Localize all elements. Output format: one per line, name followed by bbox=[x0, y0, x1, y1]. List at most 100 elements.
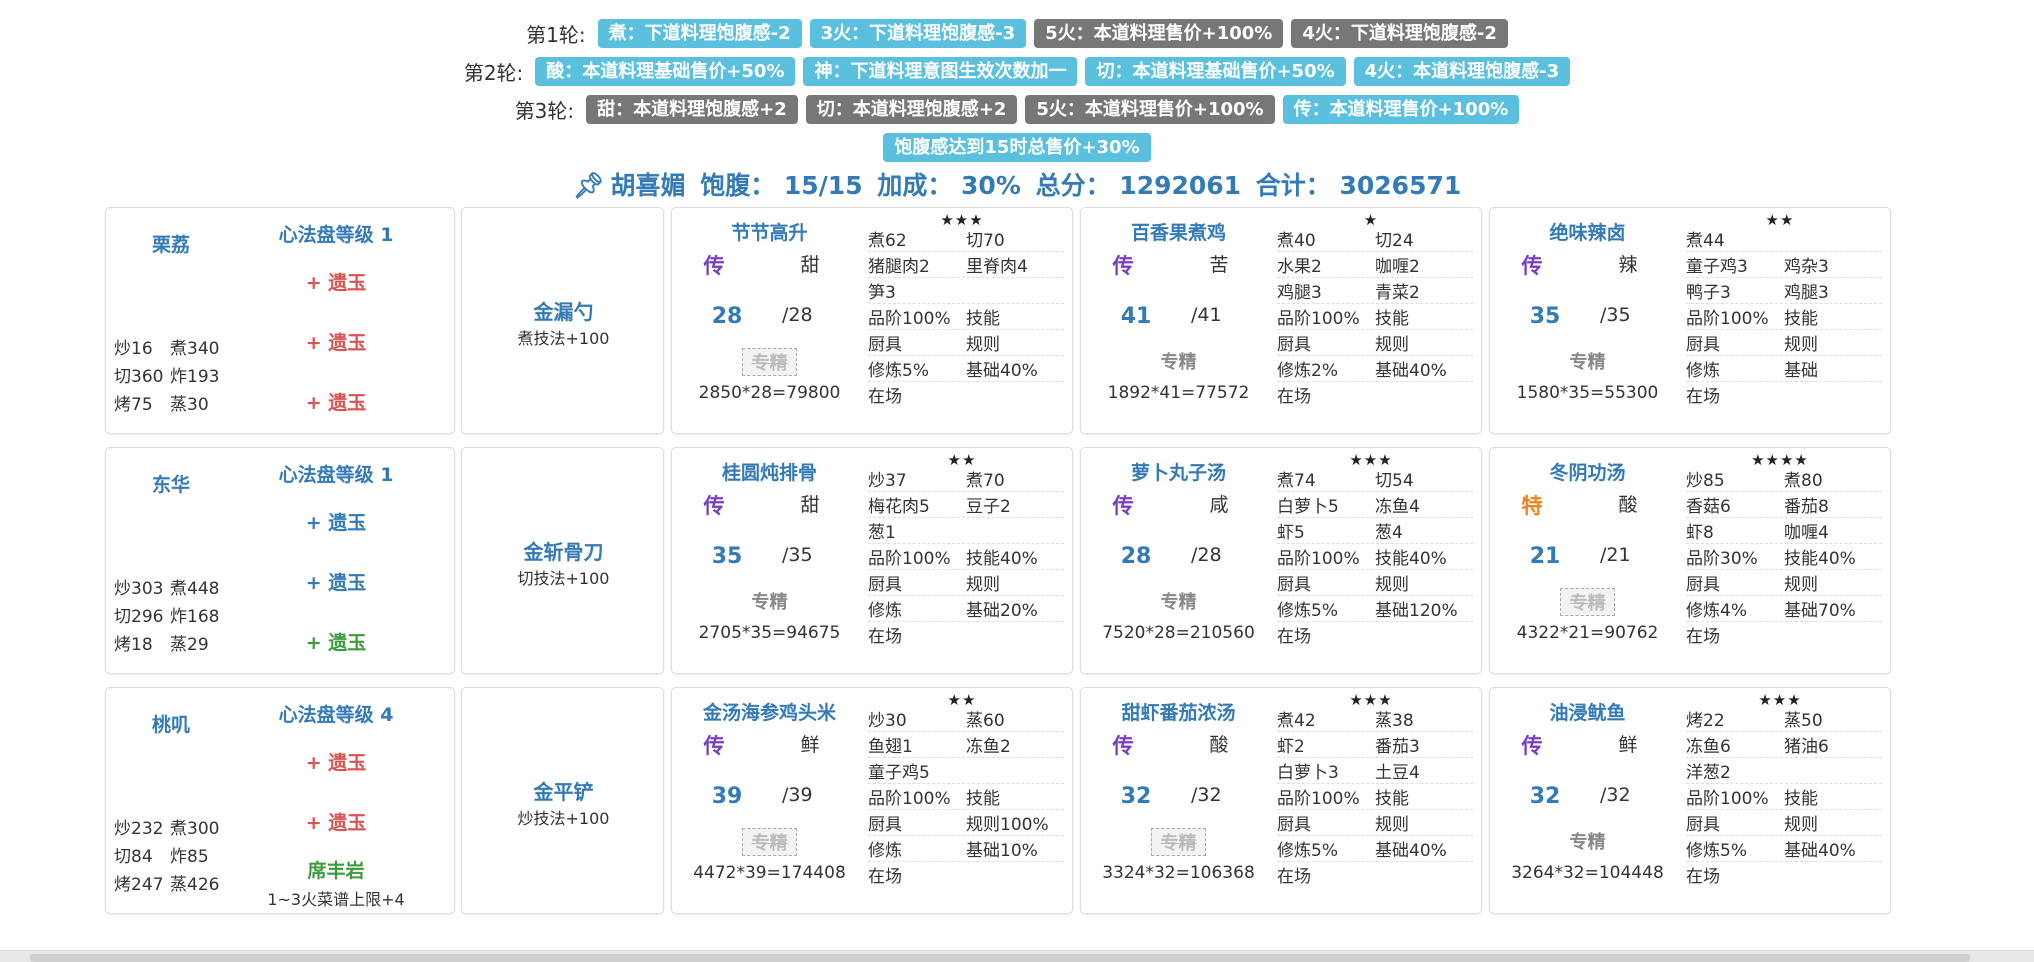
recipe-card[interactable]: 桂圆炖排骨 ★★ 传甜 35/35 专精 2705*35=94675 炒37 煮70 梅花肉5 豆… bbox=[671, 447, 1073, 674]
recipe-detail: 在场 bbox=[1686, 627, 1720, 647]
pin-icon[interactable]: 📌︎ bbox=[573, 171, 605, 200]
recipe-detail: 规则 bbox=[966, 335, 1000, 355]
recipe-detail: 蒸38 bbox=[1375, 711, 1414, 731]
chef-skill: 切360 bbox=[114, 367, 164, 387]
chef-card[interactable]: 桃叽 心法盘等级 4 + 遗玉 + 遗玉 炒232 煮300 切84 炸85 烤247 蒸426 席… bbox=[105, 687, 455, 914]
chef-skill: 炒16 bbox=[114, 339, 153, 359]
recipe-name[interactable]: 桂圆炖排骨 bbox=[672, 458, 867, 485]
jade-slot[interactable]: + 遗玉 bbox=[261, 568, 411, 595]
recipe-detail: 技能40% bbox=[966, 549, 1038, 569]
jade-slot[interactable]: + 遗玉 bbox=[261, 328, 411, 355]
recipe-detail: 厨具 bbox=[1686, 815, 1720, 835]
jade-slot[interactable]: + 遗玉 bbox=[261, 508, 411, 535]
round-effect-tag: 甜：本道料理饱腹感+2 bbox=[586, 94, 798, 124]
equip-card[interactable]: 金平铲 炒技法+100 bbox=[461, 687, 664, 914]
jade-slot[interactable]: + 遗玉 bbox=[261, 268, 411, 295]
recipe-card[interactable]: 冬阴功汤 ★★★★ 特酸 21/21 专精 4322*21=90762 炒85 煮80 香菇6 番… bbox=[1489, 447, 1891, 674]
recipe-name[interactable]: 金汤海参鸡头米 bbox=[672, 698, 867, 725]
equip-name[interactable]: 金漏勺 bbox=[462, 296, 665, 325]
recipe-card[interactable]: 节节高升 ★★★ 传甜 28/28 专精 2850*28=79800 煮62 切70 猪腿肉2 里… bbox=[671, 207, 1073, 434]
round-effect-tag: 5火：本道料理售价+100% bbox=[1025, 94, 1275, 124]
recipe-quantity-max: /32 bbox=[1600, 784, 1631, 806]
recipe-price-calc: 1580*35=55300 bbox=[1516, 383, 1659, 403]
jade-slot[interactable]: + 遗玉 bbox=[261, 628, 411, 655]
recipe-detail: 煮62 bbox=[868, 231, 907, 251]
recipe-detail: 修炼2% bbox=[1277, 361, 1338, 381]
recipe-detail: 基础40% bbox=[1375, 361, 1447, 381]
recipe-name[interactable]: 油浸鱿鱼 bbox=[1490, 698, 1685, 725]
round-effect-tag: 酸：本道料理基础售价+50% bbox=[535, 56, 796, 86]
recipe-name[interactable]: 百香果煮鸡 bbox=[1081, 218, 1276, 245]
scrollbar-thumb[interactable] bbox=[30, 954, 1970, 962]
recipe-name[interactable]: 萝卜丸子汤 bbox=[1081, 458, 1276, 485]
recipe-taste: 鲜 bbox=[1618, 734, 1638, 756]
recipe-quantity[interactable]: 35 bbox=[1520, 304, 1570, 329]
recipe-specialty: 专精 bbox=[1569, 832, 1606, 853]
recipe-quantity[interactable]: 28 bbox=[1111, 544, 1161, 569]
recipe-rank: 传 bbox=[1112, 254, 1134, 278]
chef-name[interactable]: 东华 bbox=[106, 470, 236, 497]
recipe-quantity-max: /35 bbox=[782, 544, 813, 566]
chef-skill: 炸85 bbox=[170, 847, 209, 867]
jade-slot[interactable]: + 遗玉 bbox=[261, 388, 411, 415]
chef-card[interactable]: 东华 心法盘等级 1 + 遗玉 + 遗玉 + 遗玉 炒303 煮448 切296 炸168 烤18… bbox=[105, 447, 455, 674]
recipe-quantity[interactable]: 32 bbox=[1520, 784, 1570, 809]
recipe-detail: 冻鱼6 bbox=[1686, 737, 1731, 757]
recipe-rank: 传 bbox=[703, 734, 725, 758]
chef-level[interactable]: 心法盘等级 1 bbox=[261, 220, 411, 247]
equip-card[interactable]: 金斩骨刀 切技法+100 bbox=[461, 447, 664, 674]
recipe-detail: 基础 bbox=[1784, 361, 1818, 381]
recipe-detail: 技能40% bbox=[1784, 549, 1856, 569]
equip-name[interactable]: 金平铲 bbox=[462, 776, 665, 805]
recipe-card[interactable]: 金汤海参鸡头米 ★★ 传鲜 39/39 专精 4472*39=174408 炒30 蒸60 鱼翅… bbox=[671, 687, 1073, 914]
recipe-name[interactable]: 绝味辣卤 bbox=[1490, 218, 1685, 245]
equip-card[interactable]: 金漏勺 煮技法+100 bbox=[461, 207, 664, 434]
recipe-price-calc: 2705*35=94675 bbox=[698, 623, 841, 643]
jade-slot[interactable]: + 遗玉 bbox=[261, 808, 411, 835]
chef-skill: 烤75 bbox=[114, 395, 153, 415]
recipe-price-calc: 3264*32=104448 bbox=[1511, 863, 1664, 883]
chef-skill: 烤247 bbox=[114, 875, 164, 895]
recipe-card[interactable]: 绝味辣卤 ★★ 传辣 35/35 专精 1580*35=55300 煮44 童子鸡3 鸡杂3 鸭子… bbox=[1489, 207, 1891, 434]
chef-level[interactable]: 心法盘等级 4 bbox=[261, 700, 411, 727]
recipe-quantity[interactable]: 28 bbox=[702, 304, 752, 329]
recipe-detail: 技能 bbox=[1784, 789, 1818, 809]
recipe-name[interactable]: 冬阴功汤 bbox=[1490, 458, 1685, 485]
recipe-detail: 品阶100% bbox=[1686, 789, 1769, 809]
chef-skill: 煮340 bbox=[170, 339, 220, 359]
equip-name[interactable]: 金斩骨刀 bbox=[462, 536, 665, 565]
jade-slot[interactable]: + 遗玉 bbox=[261, 748, 411, 775]
recipe-detail: 煮70 bbox=[966, 471, 1005, 491]
recipe-detail: 虾2 bbox=[1277, 737, 1305, 757]
recipe-detail: 基础10% bbox=[966, 841, 1038, 861]
recipe-quantity[interactable]: 21 bbox=[1520, 544, 1570, 569]
recipe-card[interactable]: 油浸鱿鱼 ★★★ 传鲜 32/32 专精 3264*32=104448 烤22 蒸50 冻鱼6 猪… bbox=[1489, 687, 1891, 914]
round-line: 第3轮: 甜：本道料理饱腹感+2 切：本道料理饱腹感+2 5火：本道料理售价+100%… bbox=[0, 90, 2034, 128]
recipe-card[interactable]: 百香果煮鸡 ★ 传苦 41/41 专精 1892*41=77572 煮40 切24 水果2 咖喱2… bbox=[1080, 207, 1482, 434]
recipe-detail: 虾5 bbox=[1277, 523, 1305, 543]
recipe-detail: 土豆4 bbox=[1375, 763, 1420, 783]
chef-card[interactable]: 栗荔 心法盘等级 1 + 遗玉 + 遗玉 + 遗玉 炒16 煮340 切360 炸193 烤75 蒸… bbox=[105, 207, 455, 434]
recipe-detail: 品阶100% bbox=[868, 789, 951, 809]
chef-level[interactable]: 心法盘等级 1 bbox=[261, 460, 411, 487]
recipe-card[interactable]: 萝卜丸子汤 ★★★ 传咸 28/28 专精 7520*28=210560 煮74 切54 白萝卜… bbox=[1080, 447, 1482, 674]
recipe-name[interactable]: 节节高升 bbox=[672, 218, 867, 245]
round-effect-tag: 煮：下道料理饱腹感-2 bbox=[597, 18, 802, 48]
aux-chef-name[interactable]: 席丰岩 bbox=[261, 856, 411, 883]
recipe-card[interactable]: 甜虾番茄浓汤 ★★★ 传酸 32/32 专精 3324*32=106368 煮42 蒸38 虾2… bbox=[1080, 687, 1482, 914]
recipe-rank: 传 bbox=[703, 494, 725, 518]
recipe-detail: 在场 bbox=[1277, 867, 1311, 887]
round-label: 第3轮: bbox=[514, 98, 575, 123]
recipe-name[interactable]: 甜虾番茄浓汤 bbox=[1081, 698, 1276, 725]
recipe-quantity[interactable]: 39 bbox=[702, 784, 752, 809]
chef-name[interactable]: 栗荔 bbox=[106, 230, 236, 257]
recipe-quantity[interactable]: 41 bbox=[1111, 304, 1161, 329]
divider bbox=[868, 277, 1064, 278]
round-effect-tag: 5火：本道料理售价+100% bbox=[1034, 18, 1284, 48]
recipe-detail: 修炼5% bbox=[1277, 601, 1338, 621]
recipe-quantity[interactable]: 35 bbox=[702, 544, 752, 569]
chef-name[interactable]: 桃叽 bbox=[106, 710, 236, 737]
recipe-specialty: 专精 bbox=[1560, 588, 1615, 616]
bonus-tag: 饱腹感达到15时总售价+30% bbox=[883, 132, 1151, 162]
recipe-quantity[interactable]: 32 bbox=[1111, 784, 1161, 809]
